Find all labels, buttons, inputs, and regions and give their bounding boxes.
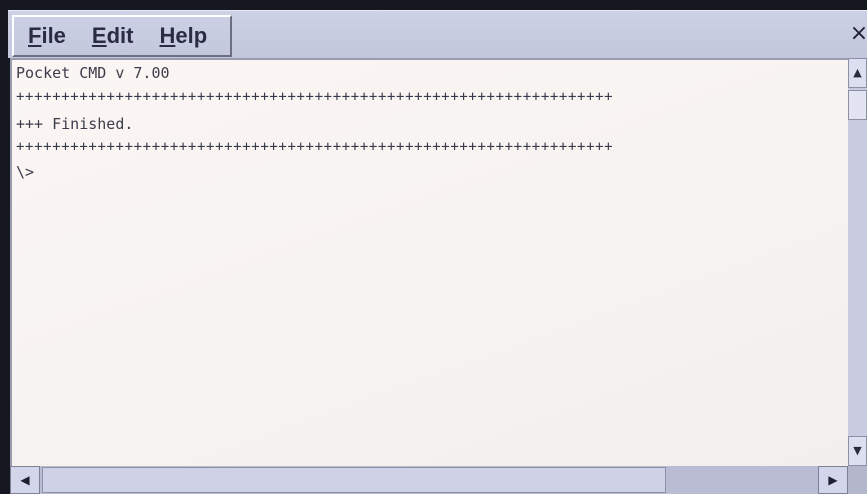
menu-bar: File Edit Help × [8, 10, 867, 58]
console-line-finished: +++ Finished. [16, 115, 134, 133]
vertical-scrollbar[interactable]: ▲ ▼ [848, 58, 867, 466]
console-line-separator: ++++++++++++++++++++++++++++++++++++++++… [16, 89, 614, 105]
horizontal-scroll-thumb[interactable] [42, 467, 666, 493]
scroll-left-icon[interactable]: ◀ [10, 466, 40, 494]
menu-edit[interactable]: Edit [92, 23, 134, 49]
scrollbar-corner [848, 466, 867, 494]
menu-file-label: ile [41, 23, 66, 48]
vertical-scroll-thumb[interactable] [848, 90, 867, 120]
menu-file[interactable]: File [28, 23, 66, 49]
console-line-separator: ++++++++++++++++++++++++++++++++++++++++… [16, 139, 614, 155]
menu-help[interactable]: Help [160, 23, 208, 49]
scroll-right-icon[interactable]: ▶ [818, 466, 848, 494]
console-prompt[interactable]: \> [16, 163, 34, 181]
menu-file-access-key: F [28, 23, 42, 48]
device-screen: File Edit Help × Pocket CMD v 7.00 +++++… [0, 0, 867, 494]
menu-edit-label: dit [106, 23, 134, 48]
close-icon[interactable]: × [849, 19, 867, 49]
menu-help-label: elp [175, 23, 208, 48]
scroll-up-icon[interactable]: ▲ [848, 58, 867, 88]
console-line-version: Pocket CMD v 7.00 [16, 64, 170, 82]
horizontal-scrollbar[interactable]: ◀ ▶ [10, 466, 848, 494]
scroll-down-icon[interactable]: ▼ [848, 436, 867, 466]
menu-group: File Edit Help [12, 15, 232, 57]
menu-help-access-key: H [159, 23, 176, 48]
menu-edit-access-key: E [91, 23, 107, 48]
console-output[interactable]: Pocket CMD v 7.00 ++++++++++++++++++++++… [10, 58, 848, 466]
